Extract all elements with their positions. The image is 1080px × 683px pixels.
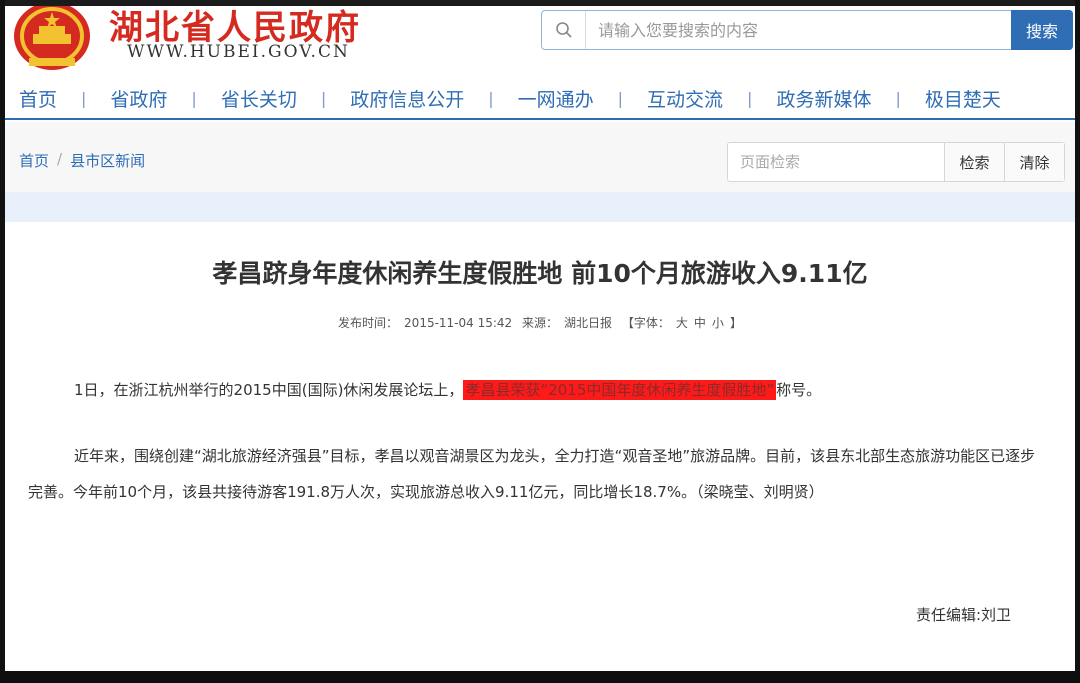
article-meta: 发布时间： 2015-11-04 15:42 来源： 湖北日报 【字体： 大中小】 (5, 314, 1075, 331)
nav-separator: | (81, 88, 87, 108)
article-title: 孝昌跻身年度休闲养生度假胜地 前10个月旅游收入9.11亿 (212, 259, 868, 288)
site-search-button[interactable]: 搜索 (1011, 10, 1073, 50)
national-emblem-icon[interactable] (9, 6, 95, 70)
site-url: WWW.HUBEI.GOV.CN (127, 42, 350, 62)
site-search-box: 搜索 (541, 10, 1073, 50)
breadcrumb-separator: / (57, 150, 63, 168)
article-paragraph-1: 1日，在浙江杭州举行的2015中国(国际)休闲发展论坛上， 孝昌县荣获“2015中… (28, 372, 1048, 408)
main-nav: 首页 | 省政府 | 省长关切 | 政府信息公开 | 一网通办 | 互动交流 |… (5, 78, 1075, 120)
nav-separator: | (895, 88, 901, 108)
nav-item-home[interactable]: 首页 (19, 85, 57, 112)
search-icon[interactable] (542, 11, 586, 49)
paragraph-1-after: 称号。 (776, 381, 822, 399)
page-clear-button[interactable]: 清除 (1004, 143, 1064, 181)
page-search-input[interactable] (728, 143, 944, 181)
publish-time: 2015-11-04 15:42 (404, 316, 513, 330)
nav-separator: | (617, 88, 624, 108)
nav-list: 首页 | 省政府 | 省长关切 | 政府信息公开 | 一网通办 | 互动交流 |… (5, 78, 1075, 118)
source-name: 湖北日报 (564, 316, 613, 330)
highlighted-text: 孝昌县荣获“2015中国年度休闲养生度假胜地” (463, 380, 777, 400)
font-size-medium[interactable]: 中 (694, 316, 706, 330)
nav-item-new-media[interactable]: 政务新媒体 (776, 85, 871, 112)
site-header: 湖北省人民政府 WWW.HUBEI.GOV.CN 搜索 (5, 6, 1075, 76)
font-size-end: 】 (729, 316, 742, 330)
nav-item-government[interactable]: 省政府 (110, 85, 167, 112)
nav-item-one-stop-service[interactable]: 一网通办 (518, 85, 594, 112)
page-search-box: 检索 清除 (727, 142, 1065, 182)
breadcrumb-current[interactable]: 县市区新闻 (70, 150, 145, 171)
site-search-input[interactable] (598, 17, 998, 43)
content-divider-strip (5, 192, 1075, 222)
page-search-button[interactable]: 检索 (944, 143, 1004, 181)
nav-item-jimu-chutian[interactable]: 极目楚天 (925, 85, 1001, 112)
breadcrumb-bar: 首页 / 县市区新闻 检索 清除 (5, 122, 1075, 192)
nav-separator: | (488, 88, 494, 108)
font-size-small[interactable]: 小 (712, 316, 724, 330)
nav-item-info-disclosure[interactable]: 政府信息公开 (350, 85, 464, 112)
publish-time-label: 发布时间： (338, 316, 399, 330)
device-frame-bottom (0, 671, 1080, 683)
device-frame-right (1075, 0, 1080, 683)
nav-item-governor-concerns[interactable]: 省长关切 (221, 85, 297, 112)
nav-separator: | (191, 88, 197, 108)
nav-separator: | (747, 88, 753, 108)
breadcrumb-home[interactable]: 首页 (19, 150, 49, 171)
source-label: 来源： (522, 316, 559, 330)
font-size-label: 【字体： (621, 316, 670, 330)
nav-item-interaction[interactable]: 互动交流 (647, 85, 723, 112)
nav-separator: | (320, 88, 327, 108)
paragraph-1-before: 1日，在浙江杭州举行的2015中国(国际)休闲发展论坛上， (74, 381, 464, 399)
article-paragraph-2: 近年来，围绕创建“湖北旅游经济强县”目标，孝昌以观音湖景区为龙头，全力打造“观音… (28, 447, 1036, 501)
breadcrumb: 首页 / 县市区新闻 (19, 150, 145, 171)
responsible-editor: 责任编辑:刘卫 (916, 606, 1012, 624)
font-size-large[interactable]: 大 (676, 316, 688, 330)
